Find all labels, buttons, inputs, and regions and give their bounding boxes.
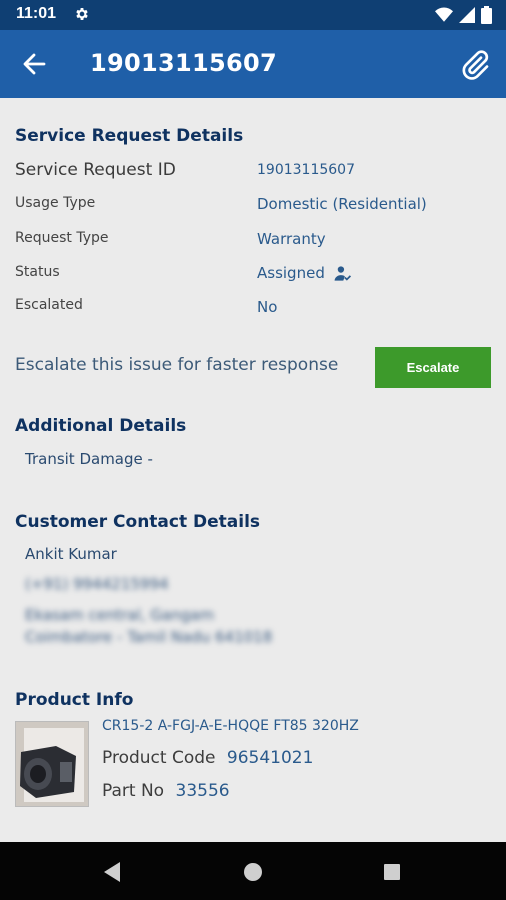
product-name: CR15-2 A-FGJ-A-E-HQQE FT85 320HZ: [102, 718, 359, 734]
request-type-value: Warranty: [257, 230, 326, 248]
paperclip-icon: [462, 50, 489, 80]
product-info-heading: Product Info: [15, 690, 134, 710]
battery-icon: [481, 6, 492, 28]
sr-id-label: Service Request ID: [15, 160, 176, 180]
settings-gear-icon: [74, 6, 90, 26]
product-code-value: 96541021: [226, 748, 314, 768]
signal-icon: [459, 7, 475, 27]
customer-address-line2: Coimbatore - Tamil Nadu 641018: [25, 628, 273, 646]
back-button[interactable]: [16, 48, 52, 80]
status-value: Assigned: [257, 264, 325, 282]
product-code-label: Product Code: [102, 748, 216, 768]
attachment-button[interactable]: [456, 46, 494, 84]
product-code-row: Product Code 96541021: [102, 748, 313, 768]
part-no-label: Part No: [102, 781, 165, 801]
system-nav-bar: [0, 842, 506, 900]
escalate-prompt: Escalate this issue for faster response: [15, 355, 339, 375]
square-recents-icon: [384, 864, 400, 880]
escalated-value: No: [257, 298, 278, 316]
additional-details-heading: Additional Details: [15, 416, 187, 436]
product-image: [15, 721, 89, 807]
part-no-row: Part No 33556: [102, 781, 230, 801]
arrow-left-icon: [23, 53, 46, 75]
sr-id-value: 19013115607: [257, 162, 355, 178]
escalated-label: Escalated: [15, 297, 83, 313]
customer-contact-heading: Customer Contact Details: [15, 512, 261, 532]
status-bar: 11:01: [0, 0, 506, 30]
customer-address-line1: Ekasam central, Gangam: [25, 606, 215, 624]
content-area: Service Request Details Service Request …: [0, 98, 506, 842]
circle-home-icon: [244, 863, 262, 881]
nav-recents-button[interactable]: [378, 858, 406, 886]
page-title: 19013115607: [90, 49, 277, 77]
usage-type-value: Domestic (Residential): [257, 195, 427, 213]
wifi-icon: [435, 7, 453, 27]
escalate-button[interactable]: Escalate: [375, 347, 491, 388]
additional-details-text: Transit Damage -: [25, 450, 153, 468]
nav-back-button[interactable]: [98, 858, 126, 886]
app-bar: 19013115607: [0, 30, 506, 98]
customer-name: Ankit Kumar: [25, 545, 117, 563]
service-request-heading: Service Request Details: [15, 126, 244, 146]
customer-phone: (+91) 9944215994: [25, 575, 169, 593]
status-label: Status: [15, 264, 60, 280]
nav-home-button[interactable]: [239, 858, 267, 886]
part-no-value: 33556: [175, 781, 230, 801]
usage-type-label: Usage Type: [15, 195, 96, 211]
assigned-user-icon: [333, 264, 352, 287]
status-time: 11:01: [16, 5, 57, 22]
request-type-label: Request Type: [15, 230, 109, 246]
triangle-back-icon: [104, 862, 120, 882]
